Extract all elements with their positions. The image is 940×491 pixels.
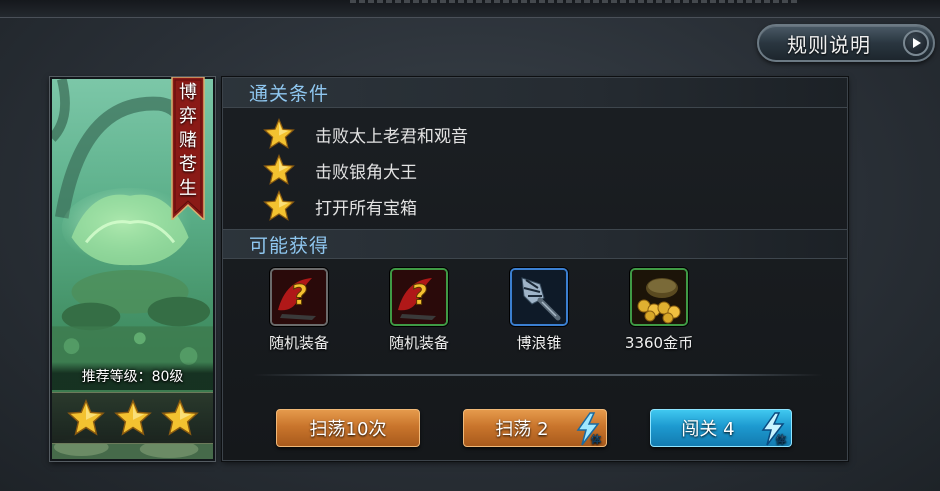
mace-icon (510, 268, 568, 326)
sweep-10-label: 扫荡10次 (309, 419, 387, 440)
reward-name: 随机装备 (268, 334, 329, 352)
random-equipment-icon: ? (270, 268, 328, 326)
stage-name-banner: 博弈赌苍生 (171, 77, 205, 220)
condition-text: 击败太上老君和观音 (315, 126, 468, 147)
reward-name: 3360金币 (624, 334, 694, 352)
rules-button[interactable]: 规则说明 (757, 24, 935, 62)
star-icon (113, 399, 152, 437)
reward-item[interactable]: 博浪锥 (489, 268, 589, 353)
star-icon (263, 154, 295, 186)
star-icon (263, 118, 295, 150)
reward-item[interactable]: ? 随机装备 (249, 268, 349, 353)
rewards-title: 可能获得 (249, 234, 330, 257)
gold-coins-icon (630, 268, 688, 326)
stamina-lightning-icon: 体 (572, 412, 604, 446)
stamina-label: 体 (591, 434, 601, 446)
reward-item[interactable]: 3360金币 (609, 268, 709, 353)
reward-item[interactable]: ? 随机装备 (369, 268, 469, 353)
stage-star-rating (52, 392, 213, 444)
divider (253, 374, 823, 376)
star-icon (263, 190, 295, 222)
reward-name: 随机装备 (388, 334, 449, 352)
top-header-strip (0, 0, 940, 18)
random-equipment-icon: ? (390, 268, 448, 326)
condition-text: 打开所有宝箱 (315, 198, 417, 219)
svg-text:?: ? (292, 278, 308, 311)
conditions-list: 击败太上老君和观音 击败银角大王 打开所有宝箱 (263, 116, 468, 224)
recommended-level-band: 推荐等级：80级 (52, 362, 213, 390)
sweep-label: 扫荡 2 (495, 419, 549, 440)
stamina-label: 体 (776, 434, 786, 446)
stage-info-panel: 通关条件 击败太上老君和观音 击败银角大王 打开所有宝箱 可能获得 ? 随机装备… (222, 77, 848, 461)
stage-name-text: 博弈赌苍生 (179, 82, 197, 199)
condition-item: 击败银角大王 (263, 152, 468, 188)
star-icon (66, 399, 105, 437)
challenge-label: 闯关 4 (681, 419, 735, 440)
condition-item: 打开所有宝箱 (263, 188, 468, 224)
sweep-10-button[interactable]: 扫荡10次 (276, 409, 420, 447)
sweep-button[interactable]: 扫荡 2 体 (463, 409, 607, 447)
condition-item: 击败太上老君和观音 (263, 116, 468, 152)
rules-button-label: 规则说明 (787, 32, 871, 57)
condition-text: 击败银角大王 (315, 162, 417, 183)
conditions-header: 通关条件 (223, 78, 847, 108)
conditions-title: 通关条件 (249, 83, 330, 105)
recommended-level-text: 推荐等级：80级 (81, 369, 184, 385)
rewards-list: ? 随机装备 ? 随机装备 博浪锥 3360金币 (245, 268, 725, 358)
star-icon (160, 399, 199, 437)
stamina-lightning-icon: 体 (757, 412, 789, 446)
play-arrow-icon (903, 30, 929, 56)
challenge-button[interactable]: 闯关 4 体 (650, 409, 792, 447)
svg-text:?: ? (412, 278, 428, 311)
top-header-partial-text (350, 0, 800, 3)
rewards-header: 可能获得 (223, 229, 847, 259)
reward-name: 博浪锥 (516, 334, 562, 352)
